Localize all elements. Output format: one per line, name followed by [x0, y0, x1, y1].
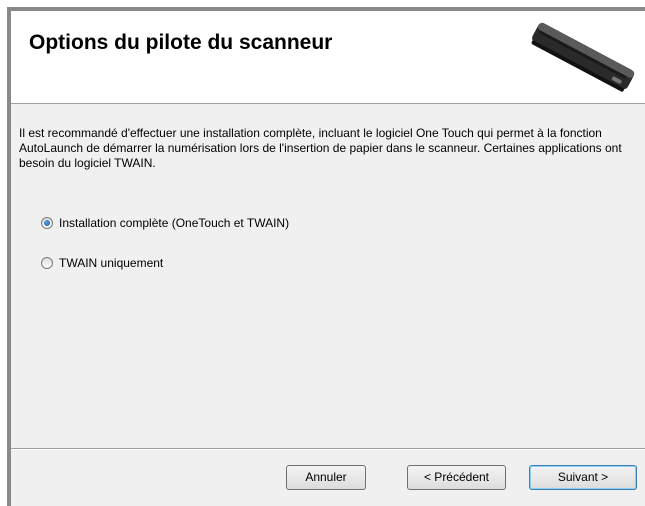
dialog-footer: Annuler < Précédent Suivant > — [11, 448, 645, 506]
radio-twain-only[interactable]: TWAIN uniquement — [41, 256, 163, 270]
page-title: Options du pilote du scanneur — [29, 31, 333, 54]
scanner-icon — [531, 22, 635, 92]
radio-label: TWAIN uniquement — [59, 256, 164, 270]
dialog-header: Options du pilote du scanneur — [11, 11, 645, 104]
radio-button-checked[interactable] — [41, 217, 53, 229]
radio-button-unchecked[interactable] — [41, 257, 53, 269]
radio-label: Installation complète (OneTouch et TWAIN… — [59, 216, 290, 230]
radio-full-install[interactable]: Installation complète (OneTouch et TWAIN… — [41, 216, 289, 230]
footer-divider — [11, 448, 645, 450]
back-button[interactable]: < Précédent — [407, 465, 506, 490]
description-text: Il est recommandé d'effectuer une instal… — [19, 126, 622, 170]
dialog-content: Il est recommandé d'effectuer une instal… — [11, 104, 645, 448]
next-button[interactable]: Suivant > — [529, 465, 637, 490]
installer-dialog: Options du pilote du scanneur Il est rec… — [7, 7, 645, 506]
cancel-button[interactable]: Annuler — [286, 465, 366, 490]
